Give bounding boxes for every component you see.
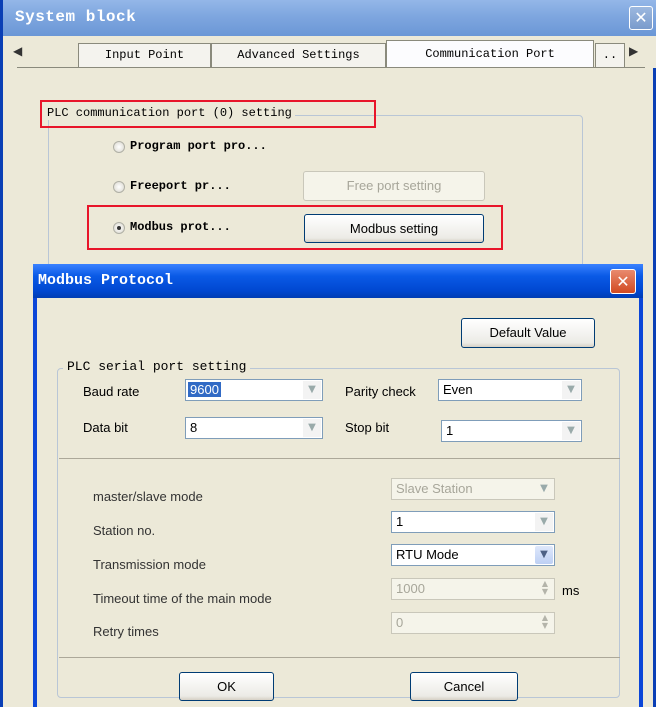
tab-scroll-right-icon[interactable]: ▶ (629, 44, 638, 58)
modbus-dialog-titlebar: Modbus Protocol ✕ (33, 264, 643, 298)
system-block-titlebar: System block ✕ (3, 0, 656, 36)
station-no-label: Station no. (93, 523, 156, 538)
tab-divider (17, 67, 645, 68)
chevron-down-icon[interactable]: ▼ (303, 381, 321, 399)
spin-arrows-icon[interactable]: ▲ ▼ (537, 580, 553, 598)
timeout-label: Timeout time of the main mode (93, 591, 272, 606)
highlight-box-modbus (87, 205, 503, 250)
baud-rate-value: 9600 (188, 382, 221, 397)
highlight-box-group-title (40, 100, 376, 128)
retry-times-spinbox[interactable]: 0 ▲ ▼ (391, 612, 555, 634)
spin-arrows-icon[interactable]: ▲ ▼ (537, 614, 553, 632)
stop-bit-value: 1 (446, 423, 454, 438)
parity-check-value: Even (443, 382, 473, 397)
window-title: System block (15, 8, 137, 26)
station-no-value: 1 (396, 514, 404, 529)
master-slave-label: master/slave mode (93, 489, 203, 504)
stop-bit-select[interactable]: 1 ▼ (441, 420, 582, 442)
tab-scroll-left-icon[interactable]: ◀ (13, 44, 22, 58)
parity-check-select[interactable]: Even ▼ (438, 379, 582, 401)
serial-port-group-title: PLC serial port setting (63, 359, 251, 374)
retry-times-value: 0 (396, 615, 404, 630)
stop-bit-label: Stop bit (345, 420, 390, 435)
radio-button[interactable] (113, 141, 125, 153)
tab-advanced-settings[interactable]: Advanced Settings (211, 43, 386, 67)
radio-button[interactable] (113, 181, 125, 193)
transmission-mode-label: Transmission mode (93, 557, 206, 572)
chevron-down-icon[interactable]: ▼ (535, 513, 553, 531)
tab-strip: ◀ Input Point Advanced Settings Communic… (3, 36, 656, 68)
chevron-down-icon[interactable]: ▼ (303, 419, 321, 437)
data-bit-label: Data bit (83, 420, 128, 435)
station-no-select[interactable]: 1 ▼ (391, 511, 555, 533)
close-icon[interactable]: ✕ (610, 269, 636, 294)
baud-rate-select[interactable]: 9600 ▼ (185, 379, 323, 401)
data-bit-select[interactable]: 8 ▼ (185, 417, 323, 439)
cancel-button[interactable]: Cancel (410, 672, 518, 701)
radio-label: Program port pro... (130, 139, 267, 153)
dialog-title: Modbus Protocol (38, 272, 174, 289)
chevron-down-icon[interactable]: ▼ (562, 422, 580, 440)
timeout-value: 1000 (396, 581, 425, 596)
tab-more[interactable]: .. (595, 43, 625, 67)
default-value-button[interactable]: Default Value (461, 318, 595, 348)
timeout-spinbox[interactable]: 1000 ▲ ▼ (391, 578, 555, 600)
data-bit-value: 8 (190, 420, 198, 435)
parity-check-label: Parity check (345, 384, 416, 399)
tab-communication-port[interactable]: Communication Port (386, 40, 594, 68)
ok-button[interactable]: OK (179, 672, 274, 701)
modbus-protocol-dialog: Modbus Protocol ✕ Default Value PLC seri… (33, 264, 643, 707)
modbus-dialog-body: Default Value PLC serial port setting Ba… (37, 298, 639, 707)
chevron-down-icon[interactable]: ▼ (535, 480, 553, 498)
timeout-unit: ms (562, 583, 580, 598)
transmission-mode-value: RTU Mode (396, 547, 459, 562)
chevron-down-icon[interactable]: ▼ (562, 381, 580, 399)
master-slave-value: Slave Station (396, 481, 473, 496)
free-port-setting-button[interactable]: Free port setting (303, 171, 485, 201)
chevron-down-icon[interactable]: ▼ (535, 546, 553, 564)
radio-label: Freeport pr... (130, 179, 231, 193)
master-slave-select[interactable]: Slave Station ▼ (391, 478, 555, 500)
retry-times-label: Retry times (93, 624, 159, 639)
baud-rate-label: Baud rate (83, 384, 140, 399)
tab-input-point[interactable]: Input Point (78, 43, 211, 67)
transmission-mode-select[interactable]: RTU Mode ▼ (391, 544, 555, 566)
close-icon[interactable]: ✕ (629, 6, 653, 30)
